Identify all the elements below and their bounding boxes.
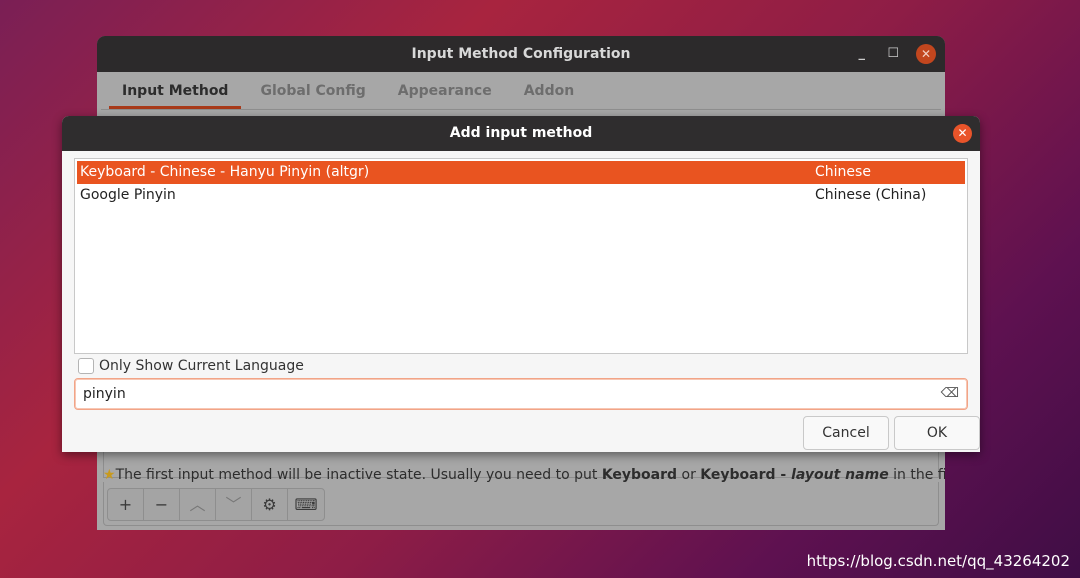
add-button[interactable]: +	[108, 489, 144, 520]
maximize-icon[interactable]: ☐	[887, 36, 899, 72]
checkbox-box[interactable]	[78, 358, 94, 374]
watermark: https://blog.csdn.net/qq_43264202	[806, 552, 1070, 570]
cancel-button[interactable]: Cancel	[803, 416, 889, 450]
only-show-current-language-checkbox[interactable]: Only Show Current Language	[78, 358, 304, 374]
input-method-list[interactable]: Keyboard - Chinese - Hanyu Pinyin (altgr…	[74, 158, 968, 354]
clear-icon[interactable]: ⌫	[941, 379, 959, 409]
dialog-titlebar: Add input method ✕	[62, 116, 980, 151]
window-titlebar: Input Method Configuration _ ☐ ✕	[97, 36, 945, 72]
list-item[interactable]: Google Pinyin Chinese (China)	[77, 184, 965, 207]
dialog-close-icon[interactable]: ✕	[953, 124, 972, 143]
remove-button[interactable]: −	[144, 489, 180, 520]
add-input-method-dialog: Add input method ✕ Keyboard - Chinese - …	[62, 116, 980, 452]
star-icon: ★	[103, 467, 116, 483]
dialog-title: Add input method	[449, 125, 593, 141]
keyboard-layout-icon[interactable]: ⌨	[288, 489, 324, 520]
tab-bar: Input Method Global Config Appearance Ad…	[101, 72, 941, 110]
move-up-button[interactable]: ︿	[180, 489, 216, 520]
toolbar: + − ︿ ﹀ ⚙ ⌨	[107, 488, 325, 521]
list-item[interactable]: Keyboard - Chinese - Hanyu Pinyin (altgr…	[77, 161, 965, 184]
move-down-button[interactable]: ﹀	[216, 489, 252, 520]
window-title: Input Method Configuration	[411, 46, 631, 62]
search-input[interactable]: pinyin ⌫	[74, 378, 968, 410]
configure-gear-icon[interactable]: ⚙	[252, 489, 288, 520]
minimize-icon[interactable]: _	[859, 36, 866, 72]
tab-addon[interactable]: Addon	[511, 72, 587, 109]
tab-global-config[interactable]: Global Config	[247, 72, 378, 109]
tab-appearance[interactable]: Appearance	[385, 72, 505, 109]
ok-button[interactable]: OK	[894, 416, 980, 450]
tab-input-method[interactable]: Input Method	[109, 72, 242, 109]
close-icon[interactable]: ✕	[916, 44, 936, 64]
hint-text: ★The first input method will be inactive…	[103, 467, 945, 483]
